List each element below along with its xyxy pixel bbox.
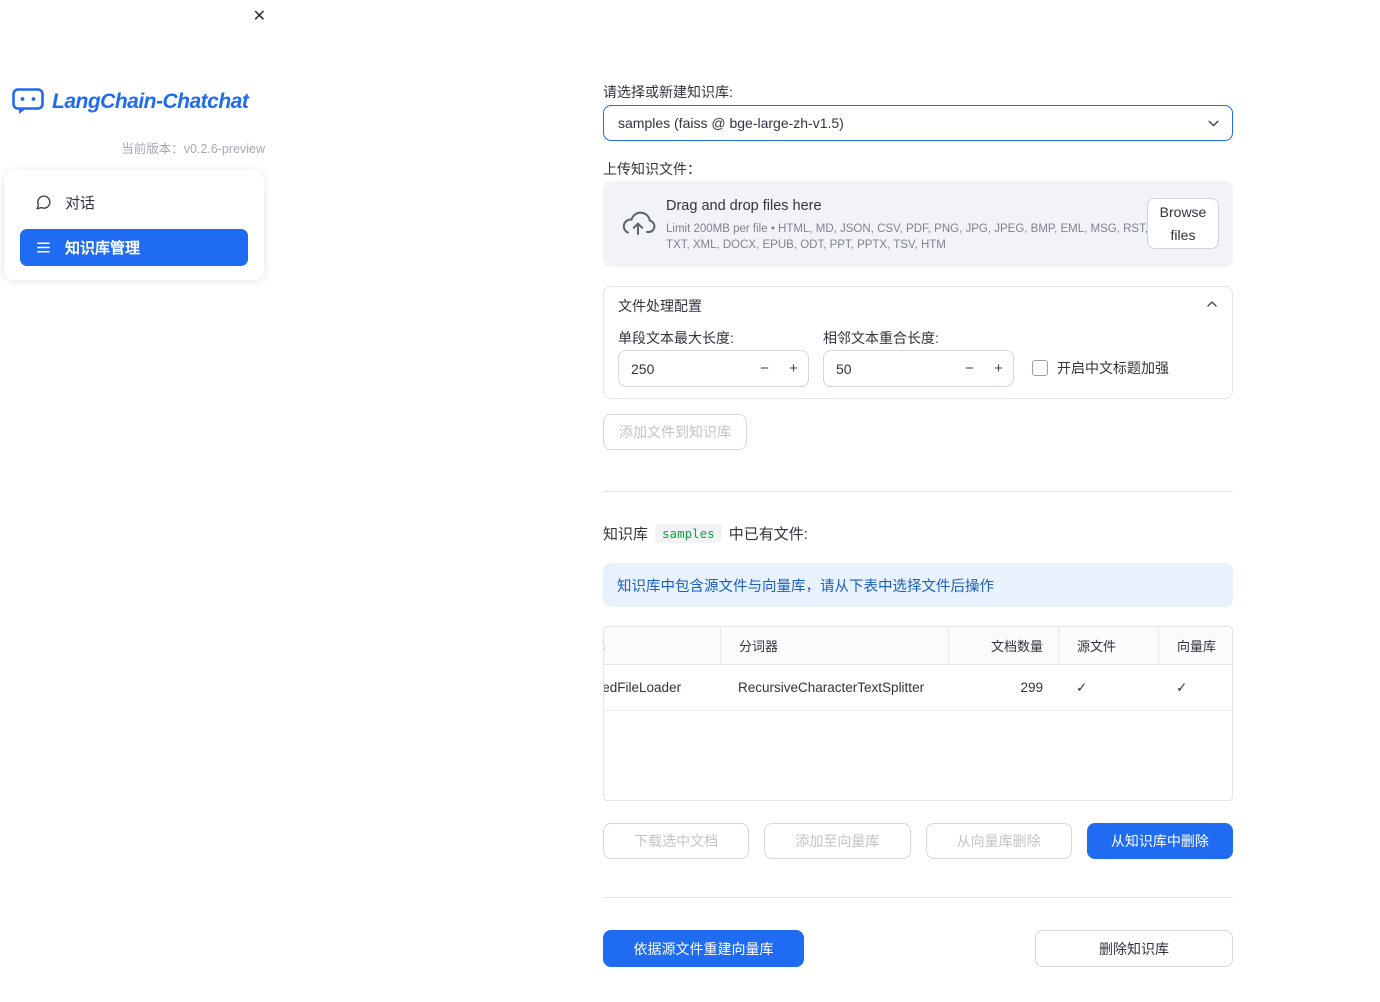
file-config-expander: 文件处理配置 单段文本最大长度: 相邻文本重合长度: 250 − + 50 − … <box>603 286 1233 399</box>
existing-files-suffix: 中已有文件: <box>728 526 808 543</box>
checkbox-box[interactable] <box>1032 360 1048 376</box>
kb-select-value: samples (faiss @ bge-large-zh-v1.5) <box>618 115 844 131</box>
file-uploader-dropzone[interactable]: Drag and drop files here Limit 200MB per… <box>603 181 1233 267</box>
chevron-down-icon <box>1205 115 1222 132</box>
app: ✕ LangChain-Chatchat 当前版本：v0.2.6-preview… <box>0 0 1380 1002</box>
remove-from-vector-store-button[interactable]: 从向量库删除 <box>925 823 1072 859</box>
divider <box>603 491 1233 492</box>
sidebar-item-label: 知识库管理 <box>65 240 141 257</box>
sidebar-item-kb-management[interactable]: 知识库管理 <box>20 229 248 266</box>
logo-chat-icon <box>12 88 44 114</box>
list-icon <box>37 242 50 253</box>
download-selected-button[interactable]: 下载选中文档 <box>603 823 750 859</box>
chunk-size-decrement-button[interactable]: − <box>750 360 779 377</box>
browse-files-button[interactable]: Browse files <box>1147 198 1219 249</box>
sidebar-menu: 对话 知识库管理 <box>4 170 264 280</box>
zh-title-enhance-checkbox[interactable]: 开启中文标题加强 <box>1032 358 1169 378</box>
table-header-splitter: 分词器 <box>720 627 948 664</box>
table-header-row: 文档加载器 分词器 文档数量 源文件 向量库 <box>604 627 1232 665</box>
dropzone-limit-line1: Limit 200MB per file • HTML, MD, JSON, C… <box>666 223 1176 235</box>
upload-label: 上传知识文件： <box>603 161 701 177</box>
row-actions: 下载选中文档 添加至向量库 从向量库删除 从知识库中删除 <box>603 823 1233 859</box>
files-table-inner: 文档加载器 分词器 文档数量 源文件 向量库 UnstructuredFileL… <box>603 627 1232 711</box>
chunk-size-value: 250 <box>631 360 655 377</box>
table-header-loader: 文档加载器 <box>604 627 720 664</box>
logo: LangChain-Chatchat <box>12 88 249 115</box>
sidebar-item-chat[interactable]: 对话 <box>20 184 248 221</box>
table-header-source-file: 源文件 <box>1058 627 1158 664</box>
cloud-upload-icon <box>620 210 656 243</box>
kb-name-code: samples <box>655 524 722 543</box>
cell-loader: UnstructuredFileLoader <box>603 680 682 695</box>
overlap-increment-button[interactable]: + <box>984 360 1013 377</box>
chunk-size-label: 单段文本最大长度: <box>618 330 734 346</box>
cell-doc-count: 299 <box>1020 680 1043 695</box>
overlap-decrement-button[interactable]: − <box>955 360 984 377</box>
files-table: 文档加载器 分词器 文档数量 源文件 向量库 UnstructuredFileL… <box>603 626 1233 801</box>
checkbox-label: 开启中文标题加强 <box>1057 360 1169 376</box>
divider <box>603 897 1233 898</box>
delete-from-kb-button[interactable]: 从知识库中删除 <box>1086 823 1233 859</box>
add-files-to-kb-button[interactable]: 添加文件到知识库 <box>603 414 747 450</box>
delete-kb-button[interactable]: 删除知识库 <box>1035 930 1233 967</box>
logo-text: LangChain-Chatchat <box>52 89 249 113</box>
cell-source-check: ✓ <box>1076 679 1088 695</box>
main-content: 请选择或新建知识库: samples (faiss @ bge-large-zh… <box>603 0 1233 1002</box>
info-banner: 知识库中包含源文件与向量库，请从下表中选择文件后操作 <box>603 563 1233 607</box>
close-sidebar-icon[interactable]: ✕ <box>253 8 266 26</box>
chunk-size-input[interactable]: 250 − + <box>618 350 809 387</box>
overlap-size-value: 50 <box>836 360 852 377</box>
table-header-doc-count: 文档数量 <box>948 627 1058 664</box>
dropzone-limit-line2: TXT, XML, DOCX, EPUB, ODT, PPT, PPTX, TS… <box>666 239 946 251</box>
overlap-size-label: 相邻文本重合长度: <box>823 330 939 346</box>
existing-files-heading: 知识库 samples 中已有文件: <box>603 523 808 544</box>
rebuild-vector-store-button[interactable]: 依据源文件重建向量库 <box>603 930 804 967</box>
dropzone-instruction: Drag and drop files here <box>666 198 822 214</box>
chat-bubble-icon <box>36 195 51 210</box>
chunk-size-increment-button[interactable]: + <box>779 360 808 377</box>
kb-select[interactable]: samples (faiss @ bge-large-zh-v1.5) <box>603 105 1233 141</box>
existing-files-prefix: 知识库 <box>603 526 649 543</box>
overlap-size-input[interactable]: 50 − + <box>823 350 1014 387</box>
add-to-vector-store-button[interactable]: 添加至向量库 <box>764 823 911 859</box>
cell-splitter: RecursiveCharacterTextSplitter <box>738 680 925 695</box>
table-header-vector-store: 向量库 <box>1158 627 1232 664</box>
version-label: 当前版本：v0.2.6-preview <box>121 142 265 156</box>
chevron-up-icon[interactable] <box>1204 296 1220 317</box>
sidebar-item-label: 对话 <box>65 195 96 212</box>
sidebar: ✕ LangChain-Chatchat 当前版本：v0.2.6-preview… <box>0 0 280 1002</box>
table-row[interactable]: UnstructuredFileLoader RecursiveCharacte… <box>603 665 1232 711</box>
kb-select-label: 请选择或新建知识库: <box>603 84 733 100</box>
cell-vector-check: ✓ <box>1176 679 1188 695</box>
expander-title: 文件处理配置 <box>618 298 702 314</box>
